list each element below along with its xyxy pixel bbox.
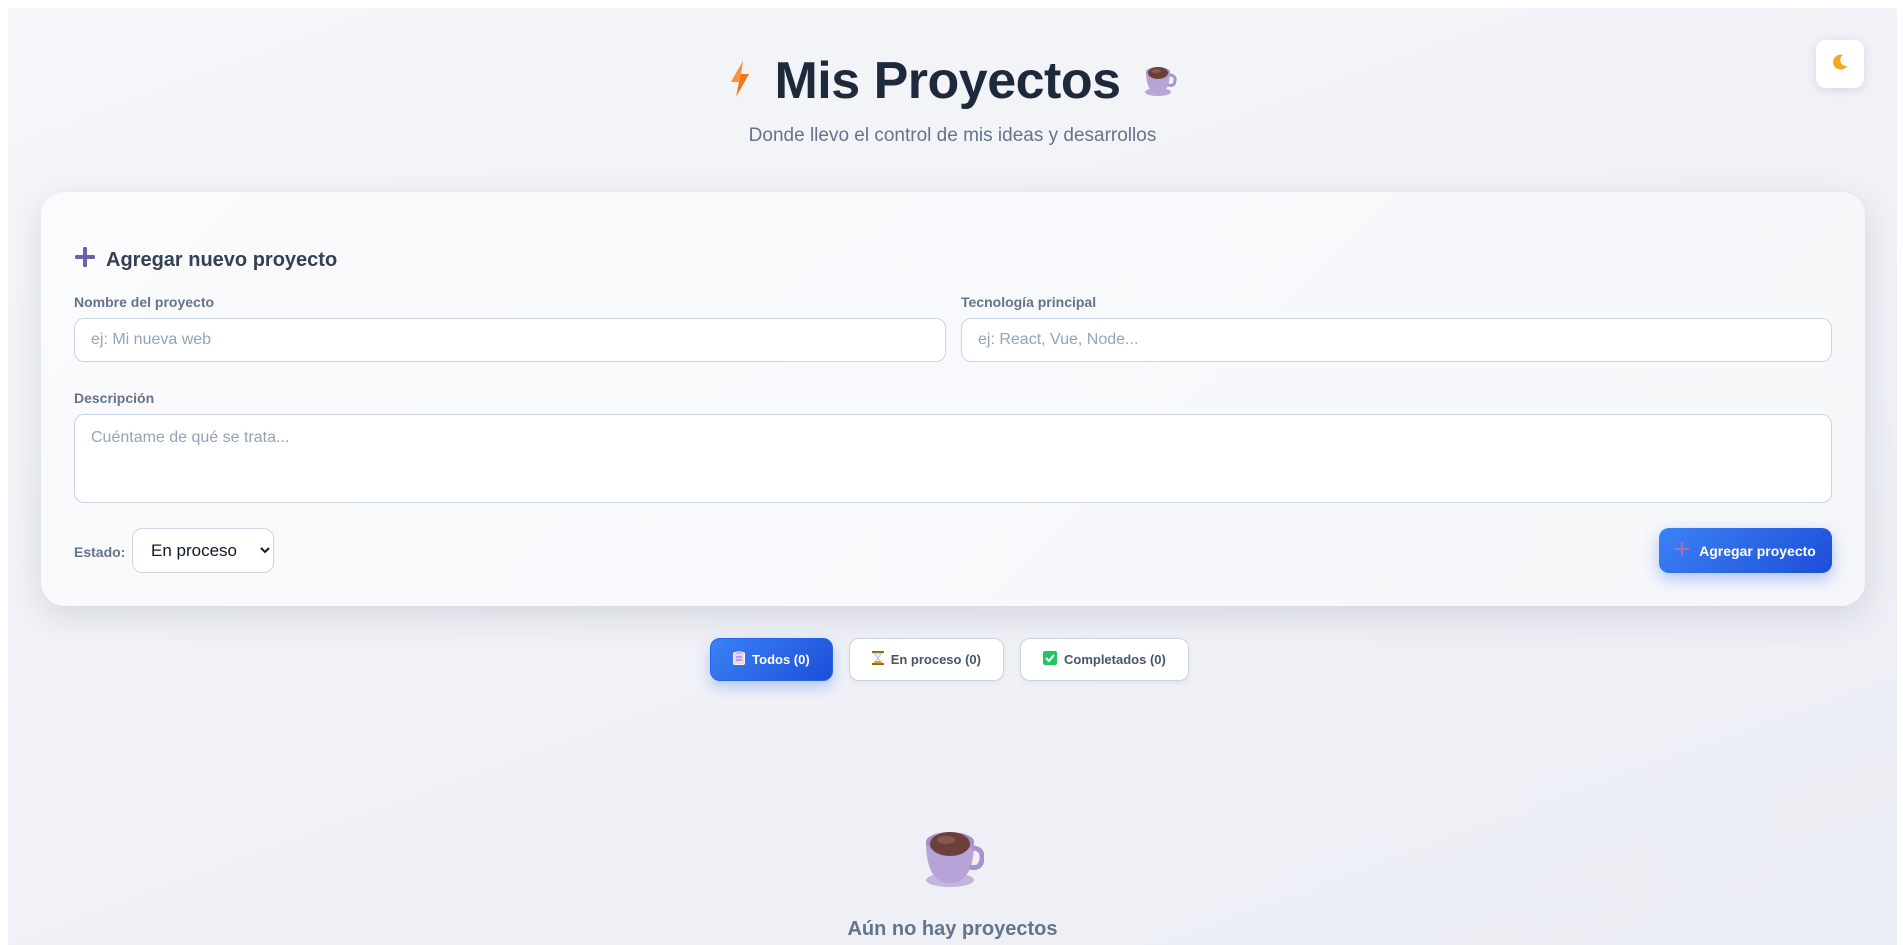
new-project-title: Agregar nuevo proyecto bbox=[106, 248, 338, 271]
project-name-label: Nombre del proyecto bbox=[74, 294, 215, 310]
description-textarea[interactable] bbox=[74, 414, 1832, 503]
main-technology-label: Tecnología principal bbox=[961, 294, 1097, 310]
lightning-icon bbox=[728, 60, 752, 103]
page-title: Mis Proyectos bbox=[774, 52, 1121, 110]
plus-icon bbox=[74, 246, 96, 274]
status-select[interactable]: En proceso bbox=[132, 528, 274, 573]
new-project-heading: Agregar nuevo proyecto bbox=[74, 246, 337, 274]
status-label: Estado: bbox=[74, 544, 126, 560]
main-technology-input[interactable] bbox=[961, 318, 1832, 362]
page-background: Mis Proyectos Donde llevo el control de … bbox=[8, 8, 1897, 945]
filter-in-progress-button[interactable]: En proceso (0) bbox=[848, 638, 1004, 681]
hourglass-icon bbox=[871, 651, 884, 668]
filter-all-button[interactable]: Todos (0) bbox=[710, 638, 833, 681]
page-header: Mis Proyectos Donde llevo el control de … bbox=[8, 50, 1897, 148]
plus-icon bbox=[1675, 542, 1690, 559]
filter-in-progress-label: En proceso (0) bbox=[890, 652, 981, 667]
filter-completed-button[interactable]: Completados (0) bbox=[1019, 638, 1189, 681]
coffee-cup-icon bbox=[1143, 61, 1177, 102]
clipboard-icon bbox=[733, 651, 746, 668]
description-label: Descripción bbox=[74, 390, 155, 406]
filter-all-label: Todos (0) bbox=[752, 652, 810, 667]
add-project-button[interactable]: Agregar proyecto bbox=[1659, 528, 1832, 573]
filter-completed-label: Completados (0) bbox=[1063, 652, 1166, 667]
page-subtitle: Donde llevo el control de mis ideas y de… bbox=[748, 125, 1157, 146]
coffee-cup-icon bbox=[922, 832, 985, 893]
new-project-card: Agregar nuevo proyecto Nombre del proyec… bbox=[41, 192, 1865, 606]
project-name-input[interactable] bbox=[74, 318, 946, 362]
add-project-label: Agregar proyecto bbox=[1699, 542, 1816, 559]
empty-state-message: Aún no hay proyectos bbox=[847, 918, 1058, 940]
check-box-icon bbox=[1042, 651, 1057, 668]
empty-state: Aún no hay proyectos bbox=[8, 823, 1897, 941]
filter-tabs: Todos (0) En proceso (0) Completados (0) bbox=[8, 638, 1894, 681]
